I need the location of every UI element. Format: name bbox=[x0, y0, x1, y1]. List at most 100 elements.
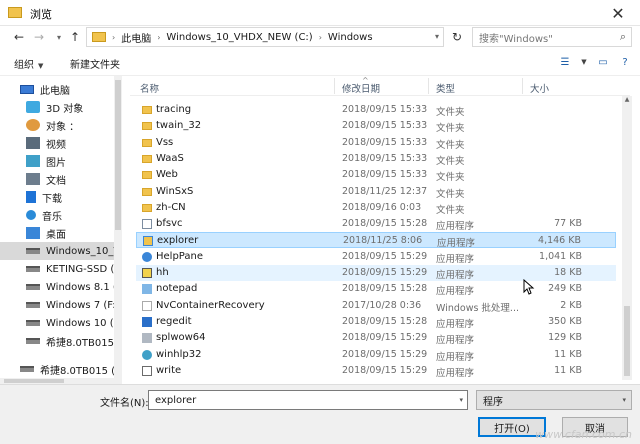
nav-label: Windows 7 (F:) bbox=[46, 299, 120, 311]
column-divider[interactable] bbox=[522, 78, 523, 94]
file-row[interactable]: hh 2018/09/15 15:29 应用程序 18 KB bbox=[136, 265, 616, 281]
filetype-select[interactable]: 程序 ▾ bbox=[476, 390, 632, 410]
file-date: 2018/09/15 15:33 bbox=[342, 136, 428, 148]
nav-item-windows-7[interactable]: Windows 7 (F:) bbox=[26, 296, 122, 314]
arrow-up-icon: ↑ bbox=[69, 30, 81, 44]
file-row[interactable]: Web 2018/09/15 15:33 文件夹 bbox=[136, 167, 616, 183]
filename-label: 文件名(N): bbox=[100, 398, 149, 409]
refresh-icon: ↻ bbox=[451, 30, 463, 44]
file-row[interactable]: zh-CN 2018/09/16 0:03 文件夹 bbox=[136, 200, 616, 216]
help-icon[interactable]: ? bbox=[618, 55, 632, 69]
forward-button[interactable]: → bbox=[30, 29, 48, 45]
nav-item-keting-ssd[interactable]: KETING-SSD (D bbox=[26, 260, 122, 278]
arrow-right-icon: → bbox=[33, 30, 45, 44]
file-row[interactable]: splwow64 2018/09/15 15:29 应用程序 129 KB bbox=[136, 330, 616, 346]
nav-label: 桌面 bbox=[46, 229, 66, 241]
nav-item-windows-10[interactable]: Windows 10 (G bbox=[26, 314, 122, 332]
up-button[interactable]: ↑ bbox=[66, 29, 84, 45]
file-row[interactable]: winhlp32 2018/09/15 15:29 应用程序 11 KB bbox=[136, 347, 616, 363]
file-type: 应用程序 bbox=[436, 318, 475, 330]
refresh-button[interactable]: ↻ bbox=[448, 29, 466, 45]
file-date: 2018/09/15 15:29 bbox=[342, 348, 428, 360]
breadcrumb-item[interactable]: 此电脑 bbox=[121, 30, 151, 45]
breadcrumb-item[interactable]: Windows_10_VHDX_NEW (C:) bbox=[166, 32, 312, 43]
application-icon bbox=[142, 268, 152, 278]
preview-pane-icon[interactable]: ▭ bbox=[596, 55, 610, 69]
nav-label: 视频 bbox=[46, 139, 66, 151]
file-row[interactable]: notepad 2018/09/15 15:28 应用程序 249 KB bbox=[136, 281, 616, 297]
nav-label: 下载 bbox=[42, 193, 62, 205]
column-name[interactable]: 名称 bbox=[140, 81, 159, 95]
nav-item-documents[interactable]: 文档 bbox=[26, 170, 122, 188]
file-row[interactable]: regedit 2018/09/15 15:28 应用程序 350 KB bbox=[136, 314, 616, 330]
dialog-footer: 文件名(N): explorer ▾ 程序 ▾ 打开(O) 取消 www.cfa… bbox=[0, 384, 640, 444]
column-date[interactable]: 修改日期 bbox=[342, 81, 380, 95]
folder-icon bbox=[142, 154, 152, 163]
search-input[interactable]: 搜索"Windows" bbox=[479, 30, 615, 45]
nav-item-downloads[interactable]: 下载 bbox=[26, 188, 122, 206]
chevron-down-icon[interactable]: ▼ bbox=[580, 55, 588, 69]
chevron-up-icon[interactable]: ▲ bbox=[622, 96, 632, 106]
file-type: 应用程序 bbox=[436, 286, 475, 298]
file-row[interactable]: tracing 2018/09/15 15:33 文件夹 bbox=[136, 102, 616, 118]
nav-item-objects[interactable]: 对象 ： bbox=[26, 116, 122, 134]
drive-icon bbox=[26, 302, 40, 308]
column-divider[interactable] bbox=[334, 78, 335, 94]
scrollbar-thumb[interactable] bbox=[624, 306, 630, 376]
folder-icon bbox=[142, 171, 152, 180]
address-bar[interactable]: › 此电脑 › Windows_10_VHDX_NEW (C:) › Windo… bbox=[86, 27, 444, 47]
nav-label: 音乐 bbox=[42, 211, 62, 223]
back-button[interactable]: ← bbox=[10, 29, 28, 45]
close-button[interactable]: ✕ bbox=[596, 0, 640, 26]
nav-item-desktop[interactable]: 桌面 bbox=[26, 224, 122, 242]
file-row[interactable]: bfsvc 2018/09/15 15:28 应用程序 77 KB bbox=[136, 216, 616, 232]
nav-item-seagate-2[interactable]: 希捷8.0TB015 (H bbox=[20, 360, 122, 378]
column-divider[interactable] bbox=[428, 78, 429, 94]
breadcrumb-item[interactable]: Windows bbox=[328, 32, 373, 43]
nav-scrollbar[interactable] bbox=[114, 76, 122, 378]
nav-item-seagate-1[interactable]: 希捷8.0TB015 ( bbox=[26, 332, 122, 350]
chevron-down-icon[interactable]: ▾ bbox=[459, 396, 463, 404]
nav-item-videos[interactable]: 视频 bbox=[26, 134, 122, 152]
chevron-down-icon: ▾ bbox=[622, 396, 626, 404]
nav-item-music[interactable]: 音乐 bbox=[26, 206, 122, 224]
file-row[interactable]: twain_32 2018/09/15 15:33 文件夹 bbox=[136, 118, 616, 134]
filename-value[interactable]: explorer bbox=[155, 395, 196, 406]
view-icon[interactable]: ☰ bbox=[558, 55, 572, 69]
nav-item-pictures[interactable]: 图片 bbox=[26, 152, 122, 170]
nav-item-windows-8-1[interactable]: Windows 8.1 (E bbox=[26, 278, 122, 296]
file-row[interactable]: HelpPane 2018/09/15 15:29 应用程序 1,041 KB bbox=[136, 249, 616, 265]
file-size: 77 KB bbox=[554, 218, 582, 230]
file-row[interactable]: WinSxS 2018/11/25 12:37 文件夹 bbox=[136, 184, 616, 200]
nav-item-this-pc[interactable]: 此电脑 bbox=[20, 80, 122, 98]
nav-item-windows-10-vhdx[interactable]: Windows_10_V bbox=[0, 242, 114, 260]
search-icon: ⌕ bbox=[619, 30, 627, 43]
file-row[interactable]: explorer 2018/11/25 8:06 应用程序 4,146 KB bbox=[136, 232, 616, 249]
file-type: 应用程序 bbox=[436, 335, 475, 347]
application-icon bbox=[142, 251, 152, 262]
organize-button[interactable]: 组织 ▼ bbox=[14, 56, 43, 71]
column-size[interactable]: 大小 bbox=[530, 81, 549, 95]
scrollbar-thumb[interactable] bbox=[4, 379, 64, 383]
column-type[interactable]: 类型 bbox=[436, 81, 455, 95]
arrow-left-icon: ← bbox=[13, 30, 25, 44]
file-list-scrollbar[interactable]: ▲ bbox=[622, 96, 632, 380]
file-type: 文件夹 bbox=[436, 107, 465, 118]
file-row[interactable]: WaaS 2018/09/15 15:33 文件夹 bbox=[136, 151, 616, 167]
file-date: 2018/09/15 15:33 bbox=[342, 120, 428, 132]
chevron-down-icon[interactable]: ▾ bbox=[435, 32, 439, 41]
file-name: WaaS bbox=[156, 152, 184, 164]
nav-item-3d-objects[interactable]: 3D 对象 bbox=[26, 98, 122, 116]
file-row[interactable]: NvContainerRecovery 2017/10/28 0:36 Window… bbox=[136, 298, 616, 314]
file-name: bfsvc bbox=[156, 218, 183, 230]
file-row[interactable]: Vss 2018/09/15 15:33 文件夹 bbox=[136, 135, 616, 151]
file-date: 2018/09/15 15:29 bbox=[342, 250, 428, 262]
search-box[interactable]: 搜索"Windows" ⌕ bbox=[472, 27, 632, 47]
file-list: tracing 2018/09/15 15:33 文件夹 twain_32 2018/0… bbox=[130, 96, 620, 380]
file-row[interactable]: write 2018/09/15 15:29 应用程序 11 KB bbox=[136, 363, 616, 379]
new-folder-button[interactable]: 新建文件夹 bbox=[70, 56, 120, 71]
scrollbar-thumb[interactable] bbox=[115, 80, 121, 230]
drive-icon bbox=[26, 266, 40, 272]
file-date: 2018/09/15 15:33 bbox=[342, 104, 428, 115]
filename-input[interactable]: explorer ▾ bbox=[148, 390, 468, 410]
